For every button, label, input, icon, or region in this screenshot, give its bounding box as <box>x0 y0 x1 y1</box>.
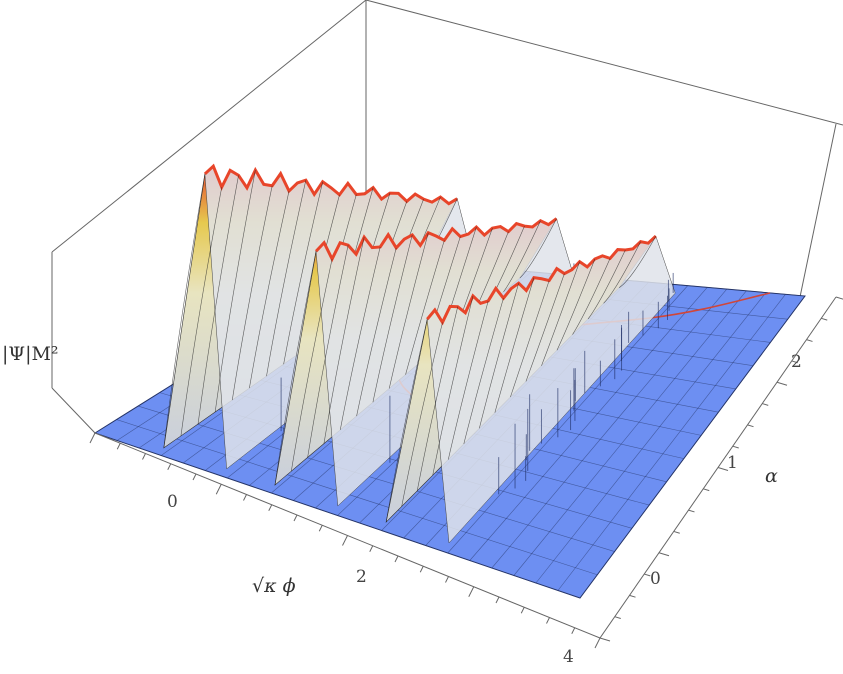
z-axis-label: |Ψ|M² <box>2 343 59 365</box>
y-tick-mark <box>599 637 611 642</box>
x-tick-mark <box>394 555 399 563</box>
y-tick-2: 2 <box>791 352 802 372</box>
x-tick-mark <box>468 586 475 597</box>
y-tick-mark <box>747 424 754 428</box>
x-tick-mark <box>243 494 247 501</box>
x-tick-mark <box>116 443 121 450</box>
x-tick-0: 0 <box>167 492 178 512</box>
x-tick-mark <box>89 432 96 444</box>
y-tick-mark <box>821 317 828 321</box>
y-tick-mark <box>762 403 769 406</box>
x-tick-mark <box>419 566 424 573</box>
x-tick-2: 2 <box>356 567 367 587</box>
x-axis-label: √κ ϕ <box>252 575 296 597</box>
x-tick-mark <box>142 453 146 460</box>
x-tick-mark <box>318 525 323 532</box>
y-tick-mark <box>658 552 670 557</box>
x-tick-mark <box>293 514 298 522</box>
y-axis-label: α <box>765 465 778 487</box>
x-tick-4: 4 <box>563 647 574 667</box>
y-tick-mark <box>732 445 739 449</box>
y-tick-mark <box>614 616 621 619</box>
y-tick-0: 0 <box>650 569 661 589</box>
x-tick-mark <box>342 535 348 546</box>
x-tick-mark <box>546 617 550 624</box>
x-tick-mark <box>594 637 601 649</box>
x-tick-mark <box>167 463 172 470</box>
y-tick-mark <box>835 296 843 300</box>
x-tick-mark <box>369 545 374 552</box>
y-tick-1: 1 <box>727 453 738 473</box>
y-tick-mark <box>806 339 813 342</box>
y-tick-mark <box>673 530 680 534</box>
y-tick-mark <box>688 509 695 513</box>
x-tick-mark <box>445 576 449 583</box>
x-tick-mark <box>215 484 222 495</box>
x-tick-mark <box>495 596 500 604</box>
x-tick-mark <box>192 473 197 481</box>
x-tick-mark <box>520 607 525 614</box>
x-tick-mark <box>268 504 273 511</box>
y-tick-mark <box>776 381 788 386</box>
y-tick-mark <box>703 488 710 492</box>
y-tick-mark <box>629 594 636 598</box>
surface-plot: 0 2 4 0 1 2 |Ψ|M² √κ ϕ α <box>2 0 843 667</box>
x-tick-mark <box>571 627 576 634</box>
